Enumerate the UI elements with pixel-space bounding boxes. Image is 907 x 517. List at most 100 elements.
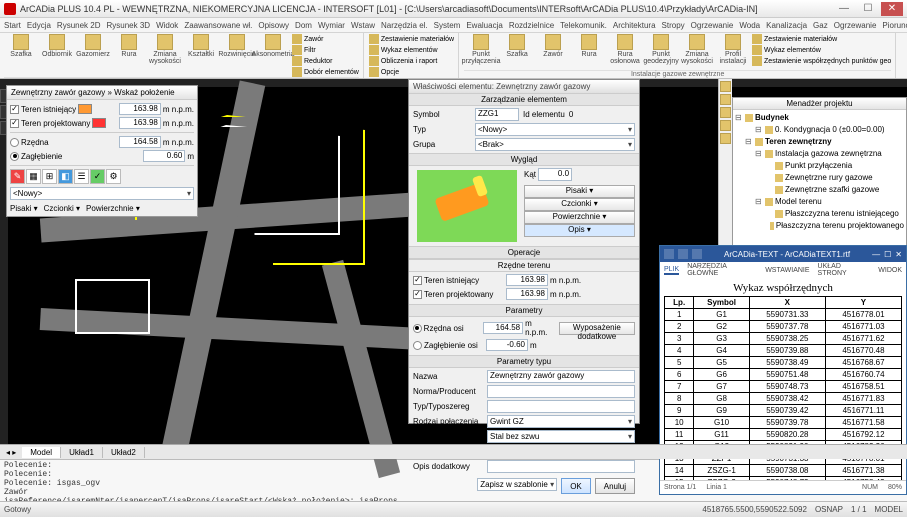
ok-button[interactable]: OK	[561, 478, 591, 494]
ribbon-small-button[interactable]: Wykaz elementów	[369, 45, 454, 55]
save-template-combo[interactable]: Zapisz w szablonie	[477, 478, 557, 491]
ribbon-button[interactable]: Profil instalacji	[716, 34, 750, 70]
minimize-icon[interactable]: —	[872, 250, 880, 259]
ribbon-small-button[interactable]: Opcje	[369, 67, 454, 77]
value-input[interactable]: 163.98	[506, 288, 548, 300]
layout-tab[interactable]: Model	[22, 447, 61, 458]
menu-item[interactable]: Telekomunik.	[560, 21, 607, 30]
menu-item[interactable]: Piorunochr.	[882, 21, 907, 30]
rzedna-osi-radio[interactable]	[413, 324, 422, 333]
ribbon-button[interactable]: Gazomierz	[76, 34, 110, 77]
param-input[interactable]: Zewnętrzny zawór gazowy	[487, 370, 635, 383]
tool-icon[interactable]: ◧	[58, 169, 73, 184]
ribbon-button[interactable]: Rozwinięcie	[220, 34, 254, 77]
ribbon-small-button[interactable]: Dobór elementów	[292, 67, 359, 77]
menu-item[interactable]: Start	[4, 21, 21, 30]
ribbon-small-button[interactable]: Zestawienie materiałów	[369, 34, 454, 44]
menu-item[interactable]: Rysunek 2D	[57, 21, 101, 30]
ribbon-small-button[interactable]: Obliczenia i raport	[369, 56, 454, 66]
tree-node[interactable]: Zewnętrzne szafki gazowe	[735, 184, 904, 196]
ribbon-small-button[interactable]: Filtr	[292, 45, 359, 55]
ribbon-tab[interactable]: NARZĘDZIA GŁÓWNE	[687, 263, 757, 277]
terrain-check[interactable]: ✓	[413, 290, 422, 299]
strip-icon[interactable]	[720, 81, 731, 92]
style-button[interactable]: Pisaki ▾	[524, 185, 635, 198]
tree-node[interactable]: ⊟Model terenu	[735, 196, 904, 208]
menu-item[interactable]: Rozdzielnice	[509, 21, 554, 30]
tree-node[interactable]: ⊟Instalacja gazowa zewnętrzna	[735, 148, 904, 160]
menu-item[interactable]: Ogrzewanie	[691, 21, 734, 30]
tree-node[interactable]: Punkt przyłączenia	[735, 160, 904, 172]
param-input[interactable]	[487, 385, 635, 398]
zagl-osi-radio[interactable]	[413, 341, 422, 350]
style-dropdown[interactable]: Pisaki ▾	[10, 204, 38, 213]
menu-item[interactable]: Widok	[156, 21, 178, 30]
group-combo[interactable]: <Brak>	[475, 138, 635, 151]
param-input[interactable]: Stal bez szwu	[487, 430, 635, 443]
style-button[interactable]: Opis ▾	[524, 224, 635, 237]
tool-icon[interactable]: ☰	[74, 169, 89, 184]
type-combo[interactable]: <Nowy>	[475, 123, 635, 136]
strip-icon[interactable]	[720, 107, 731, 118]
tool-icon[interactable]: ✓	[90, 169, 105, 184]
rzedna-osi-input[interactable]: 164.58	[483, 322, 523, 334]
menu-item[interactable]: Gaz	[813, 21, 828, 30]
param-input[interactable]: Gwint GZ	[487, 415, 635, 428]
ribbon-small-button[interactable]: Zawór	[292, 34, 359, 44]
rzedna-radio[interactable]	[10, 138, 19, 147]
ribbon-button[interactable]: Szafka	[500, 34, 534, 70]
undo-icon[interactable]	[692, 249, 702, 259]
cancel-button[interactable]: Anuluj	[595, 478, 635, 494]
style-dropdown[interactable]: Powierzchnie ▾	[86, 204, 140, 213]
terrain-value[interactable]: 163.98	[119, 117, 161, 129]
menu-item[interactable]: Ogrzewanie	[834, 21, 877, 30]
menu-item[interactable]: Ewaluacja	[466, 21, 502, 30]
ribbon-button[interactable]: Rura	[572, 34, 606, 70]
ribbon-button[interactable]: Punkt przyłączenia	[464, 34, 498, 70]
strip-icon[interactable]	[720, 94, 731, 105]
ribbon-tab[interactable]: WIDOK	[878, 267, 902, 274]
layout-tab[interactable]: Układ2	[103, 447, 145, 458]
ribbon-button[interactable]: Zmiana wysokości	[148, 34, 182, 77]
ribbon-button[interactable]: Odbiornik	[40, 34, 74, 77]
value-input[interactable]: 163.98	[506, 274, 548, 286]
layout-tab[interactable]: Układ1	[61, 447, 103, 458]
menu-item[interactable]: Wstaw	[351, 21, 375, 30]
menu-item[interactable]: Kanalizacja	[766, 21, 807, 30]
terrain-check[interactable]: ✓	[10, 119, 19, 128]
ribbon-small-button[interactable]: Wykaz elementów	[752, 45, 891, 55]
zaglebienie-value[interactable]: 0.60	[143, 150, 185, 162]
tool-icon[interactable]: ▦	[26, 169, 41, 184]
style-button[interactable]: Powierzchnie ▾	[524, 211, 635, 224]
menu-item[interactable]: Narzędzia el.	[381, 21, 428, 30]
close-button[interactable]: ✕	[881, 2, 903, 16]
menu-item[interactable]: Edycja	[27, 21, 51, 30]
filter-combo[interactable]: <Nowy>	[10, 187, 194, 200]
tree-node[interactable]: Płaszczyzna terenu projektowanego	[735, 220, 904, 230]
menu-item[interactable]: Woda	[739, 21, 760, 30]
tree-node[interactable]: Zewnętrzne rury gazowe	[735, 172, 904, 184]
menu-item[interactable]: Stropy	[662, 21, 685, 30]
ribbon-small-button[interactable]: Zestawienie współrzędnych punktów geo	[752, 56, 891, 66]
ribbon-button[interactable]: Rura osłonowa	[608, 34, 642, 70]
param-input[interactable]	[487, 400, 635, 413]
maximize-icon[interactable]: ☐	[884, 250, 891, 259]
tree-node[interactable]: ⊟0. Kondygnacja 0 (±0.00=0.00)	[735, 124, 904, 136]
menu-item[interactable]: Dom	[295, 21, 312, 30]
save-icon[interactable]	[678, 249, 688, 259]
strip-icon[interactable]	[720, 120, 731, 131]
color-swatch[interactable]	[92, 118, 106, 128]
menu-item[interactable]: Zaawansowane wł.	[184, 21, 252, 30]
menu-item[interactable]: Rysunek 3D	[107, 21, 151, 30]
terrain-check[interactable]: ✓	[413, 276, 422, 285]
ribbon-button[interactable]: Punkt geodezyjny	[644, 34, 678, 70]
ribbon-button[interactable]: Rura	[112, 34, 146, 77]
menu-item[interactable]: Architektura	[613, 21, 656, 30]
ribbon-button[interactable]: Zmiana wysokości	[680, 34, 714, 70]
ribbon-tab[interactable]: PLIK	[664, 266, 679, 275]
ribbon-button[interactable]: Aksonometria	[256, 34, 290, 77]
strip-icon[interactable]	[720, 133, 731, 144]
project-tree[interactable]: ⊟Budynek⊟0. Kondygnacja 0 (±0.00=0.00)⊟T…	[733, 110, 906, 230]
ribbon-small-button[interactable]: Zestawienie materiałów	[752, 34, 891, 44]
zagl-osi-input[interactable]: -0.60	[486, 339, 528, 351]
